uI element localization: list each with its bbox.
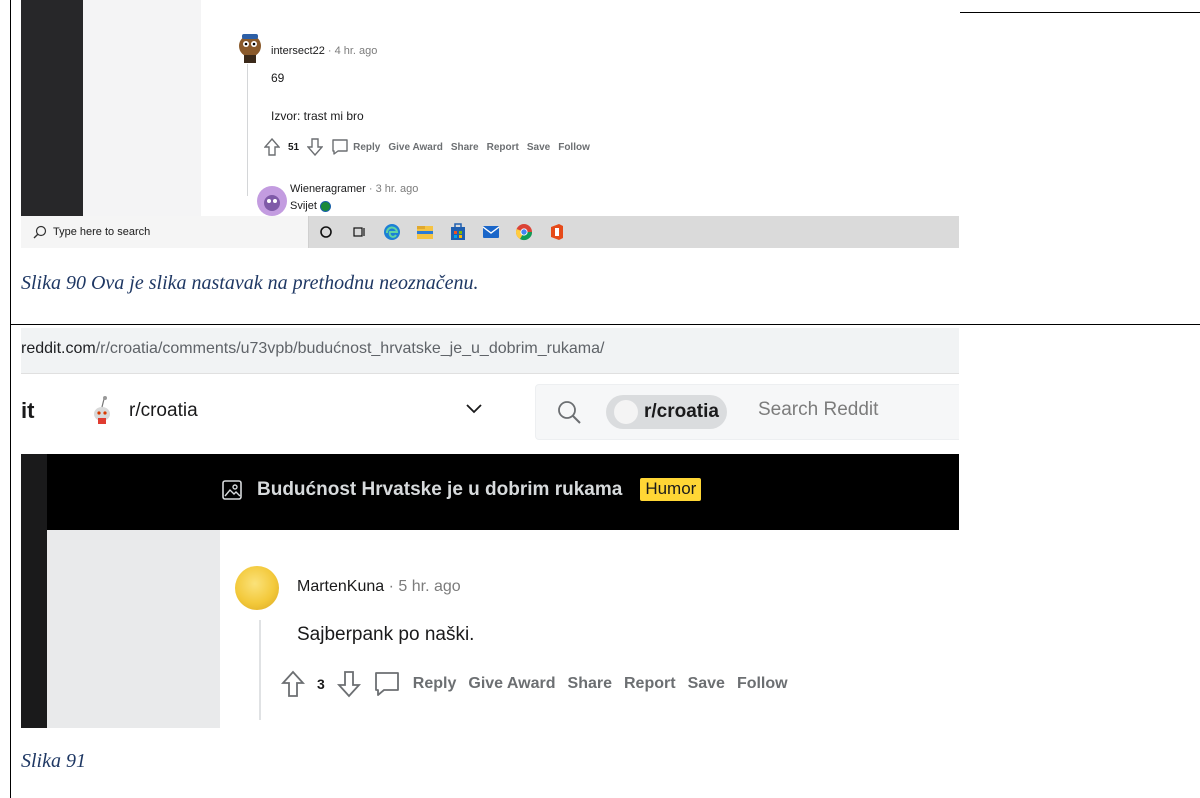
taskbar-app-icons [309,216,573,248]
user-avatar[interactable] [233,30,267,64]
url-domain: reddit.com [21,340,96,357]
reddit-logo[interactable]: it [21,398,34,424]
sidebar-light [47,530,220,728]
figure-caption: Slika 91 [21,750,86,772]
reddit-header: it r/croatia r/croatia Search Reddit [21,376,959,454]
reply-button[interactable]: Reply [413,675,457,693]
post-flair[interactable]: Humor [640,478,702,501]
report-button[interactable]: Report [487,142,519,153]
chrome-icon[interactable] [507,216,540,248]
give-award-button[interactable]: Give Award [388,142,442,153]
edge-icon[interactable] [375,216,408,248]
user-avatar[interactable] [257,186,287,216]
comment-author[interactable]: intersect22 · 4 hr. ago [271,45,377,57]
screenshot-reddit-post: reddit.com/r/croatia/comments/u73vpb/bud… [21,328,959,728]
timestamp: · 3 hr. ago [365,183,419,195]
username[interactable]: MartenKuna [297,578,384,595]
downvote-icon[interactable] [307,138,324,156]
comment-bubble-icon[interactable] [373,670,401,698]
username[interactable]: Wieneragramer [290,183,366,195]
mail-icon[interactable] [474,216,507,248]
vote-count: 51 [288,141,300,153]
chevron-down-icon[interactable] [465,402,483,414]
give-award-button[interactable]: Give Award [468,675,555,693]
search-input[interactable]: r/croatia Search Reddit [535,384,959,440]
subreddit-icon[interactable] [89,394,115,428]
figure-caption: Slika 90 Ova je slika nastavak na pretho… [21,272,479,294]
share-button[interactable]: Share [451,142,479,153]
post-title[interactable]: Budućnost Hrvatske je u dobrim rukama [257,479,622,501]
thread-line[interactable] [247,64,248,196]
downvote-icon[interactable] [336,670,361,698]
url-text[interactable]: reddit.com/r/croatia/comments/u73vpb/bud… [21,340,604,358]
search-icon [558,401,581,424]
office-icon[interactable] [540,216,573,248]
windows-taskbar: Type here to search [21,216,959,248]
comment-text-line: 69 [271,71,285,85]
search-scope-pill[interactable]: r/croatia [606,395,727,429]
user-avatar[interactable] [235,566,279,610]
comment-text: Sajberpank po naški. [297,624,475,645]
sidebar-dark [21,0,83,216]
upvote-icon[interactable] [264,138,280,156]
report-button[interactable]: Report [624,675,676,693]
sidebar-light [83,0,201,216]
url-path: /r/croatia/comments/u73vpb/budućnost_hrv… [95,340,605,357]
file-explorer-icon[interactable] [408,216,441,248]
thread-line[interactable] [259,620,261,720]
timestamp: · 4 hr. ago [324,45,378,57]
comment-author[interactable]: Wieneragramer · 3 hr. ago [290,183,418,195]
reply-button[interactable]: Reply [353,142,380,153]
sidebar-dark [21,454,47,728]
taskbar-search-box[interactable]: Type here to search [21,216,309,248]
image-post-icon [222,479,242,500]
username[interactable]: intersect22 [271,45,325,57]
subreddit-icon [614,400,638,424]
task-view-icon[interactable] [342,216,375,248]
screenshot-reddit-comments: intersect22 · 4 hr. ago 69 Izvor: trast … [21,0,959,248]
store-icon[interactable] [441,216,474,248]
save-button[interactable]: Save [688,675,725,693]
table-left-border [10,0,11,798]
browser-address-bar[interactable]: reddit.com/r/croatia/comments/u73vpb/bud… [21,328,959,374]
comment-text-line: Svijet [290,200,317,212]
subreddit-name[interactable]: r/croatia [129,400,198,422]
table-row-divider [10,324,1200,325]
save-button[interactable]: Save [527,142,550,153]
comment-bubble-icon[interactable] [331,138,349,156]
comment-author[interactable]: MartenKuna · 5 hr. ago [297,578,461,596]
comment-actions: 51 Reply Give Award Share Report Save Fo… [264,138,590,156]
follow-button[interactable]: Follow [558,142,590,153]
comment-text-line: Izvor: trast mi bro [271,109,364,123]
upvote-icon[interactable] [281,670,305,698]
post-title-row[interactable]: Budućnost Hrvatske je u dobrim rukama Hu… [221,478,702,501]
share-button[interactable]: Share [568,675,612,693]
taskbar-search-placeholder: Type here to search [53,226,151,238]
globe-emoji-icon [319,200,331,212]
follow-button[interactable]: Follow [737,675,788,693]
search-scope-label: r/croatia [644,401,719,422]
search-placeholder: Search Reddit [758,399,879,420]
table-top-border [960,12,1200,13]
search-icon [33,225,47,239]
timestamp: · 5 hr. ago [384,578,461,595]
cortana-icon[interactable] [309,216,342,248]
comment-actions: 3 Reply Give Award Share Report Save Fol… [281,670,788,698]
comment-text: Svijet [290,200,331,212]
post-header-bar: Budućnost Hrvatske je u dobrim rukama Hu… [21,454,959,530]
vote-count: 3 [317,676,325,692]
